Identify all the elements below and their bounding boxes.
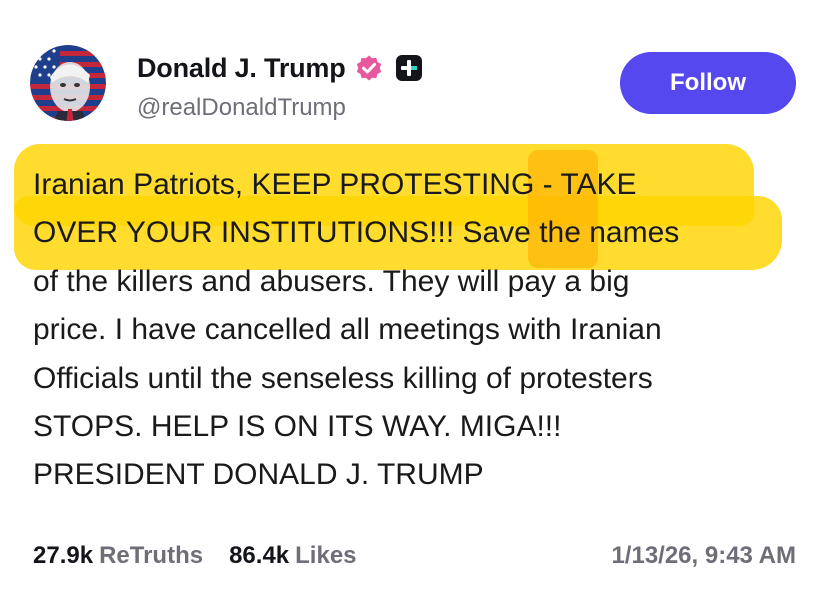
- display-name[interactable]: Donald J. Trump: [137, 53, 346, 84]
- likes-count: 86.4k: [229, 542, 290, 569]
- verified-badge-icon: [356, 55, 381, 81]
- avatar[interactable]: [30, 45, 106, 121]
- post-text: Iranian Patriots, KEEP PROTESTING - TAKE…: [33, 161, 813, 500]
- avatar-image: [30, 45, 106, 121]
- post-stats: 27.9k ReTruths 86.4k Likes: [33, 542, 357, 570]
- post-timestamp[interactable]: 1/13/26, 9:43 AM: [611, 542, 796, 570]
- retruths-count: 27.9k: [33, 542, 94, 569]
- follow-button[interactable]: Follow: [620, 52, 796, 114]
- post-line: OVER YOUR INSTITUTIONS!!! Save the names: [33, 216, 680, 250]
- name-row: Donald J. Trump: [137, 51, 423, 85]
- likes-stat[interactable]: 86.4k Likes: [229, 542, 356, 570]
- post-line: Iranian Patriots, KEEP PROTESTING - TAKE: [33, 168, 637, 201]
- likes-label: Likes: [295, 542, 357, 569]
- post-line: price. I have cancelled all meetings wit…: [33, 313, 662, 347]
- post-line: STOPS. HELP IS ON ITS WAY. MIGA!!!: [33, 410, 562, 444]
- post-line: Officials until the senseless killing of…: [33, 361, 653, 395]
- retruths-label: ReTruths: [99, 542, 204, 569]
- retruths-stat[interactable]: 27.9k ReTruths: [33, 542, 203, 570]
- plus-badge-icon: [395, 55, 422, 81]
- post-line: of the killers and abusers. They will pa…: [33, 264, 630, 298]
- user-handle[interactable]: @realDonaldTrump: [137, 94, 346, 122]
- post-line: PRESIDENT DONALD J. TRUMP: [33, 458, 484, 492]
